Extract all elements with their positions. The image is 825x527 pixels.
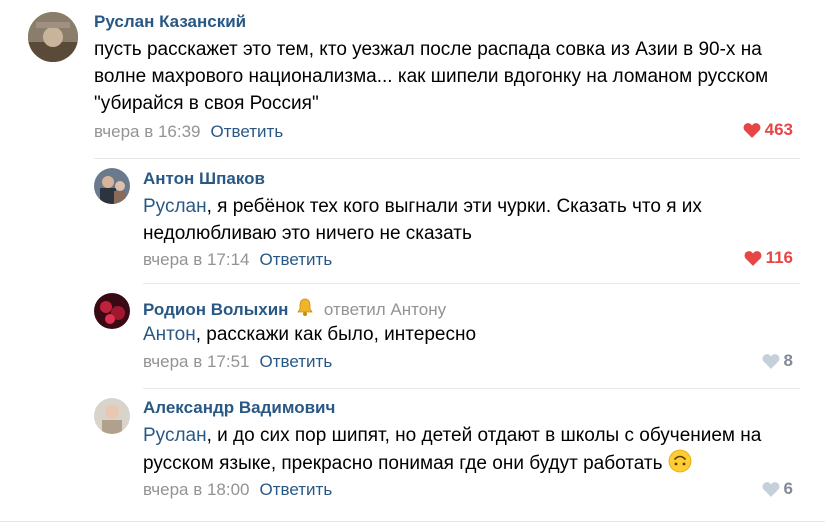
comment-1: Руслан Казанский пусть расскажет это тем… xyxy=(0,0,825,150)
avatar-alexandr[interactable] xyxy=(94,398,130,434)
reply-button[interactable]: Ответить xyxy=(260,352,333,371)
author-name: Родион Волыхин ответил Антону xyxy=(143,297,446,322)
divider xyxy=(143,388,800,389)
mention-link[interactable]: Антон xyxy=(143,324,196,345)
comment-date[interactable]: вчера в 16:39 xyxy=(94,122,201,141)
comment-body: пусть расскажет это тем, кто уезжал посл… xyxy=(94,39,769,114)
like-button[interactable]: 116 xyxy=(744,248,793,268)
comment-body: , расскажи как было, интересно xyxy=(195,324,477,345)
author-name[interactable]: Антон Шпаков xyxy=(143,169,265,189)
comment-body: , я ребёнок тех кого выгнали эти чурки. … xyxy=(143,196,702,244)
avatar-ruslan[interactable] xyxy=(28,12,78,62)
reply-button[interactable]: Ответить xyxy=(211,122,284,141)
comment-text: Руслан, и до сих пор шипят, но детей отд… xyxy=(143,422,798,481)
comment-meta: вчера в 17:51 Ответить xyxy=(143,352,332,372)
comment-text: Руслан, я ребёнок тех кого выгнали эти ч… xyxy=(143,193,798,247)
reply-to-link[interactable]: ответил Антону xyxy=(324,300,446,319)
like-button[interactable]: 463 xyxy=(743,120,793,140)
author-name[interactable]: Руслан Казанский xyxy=(94,12,246,32)
mention-link[interactable]: Руслан xyxy=(143,196,207,217)
divider xyxy=(0,521,825,522)
heart-icon xyxy=(743,123,761,138)
avatar-rodion[interactable] xyxy=(94,293,130,329)
divider xyxy=(143,283,800,284)
like-button[interactable]: 6 xyxy=(762,479,793,499)
avatar-anton[interactable] xyxy=(94,168,130,204)
comment-4: Александр Вадимович Руслан, и до сих пор… xyxy=(0,390,825,520)
comment-date[interactable]: вчера в 17:14 xyxy=(143,250,250,269)
author-link[interactable]: Родион Волыхин xyxy=(143,300,288,319)
like-count: 6 xyxy=(783,479,793,498)
comment-text: Антон, расскажи как было, интересно xyxy=(143,321,798,348)
heart-icon xyxy=(762,482,779,497)
comment-text: пусть расскажет это тем, кто уезжал посл… xyxy=(94,36,799,117)
comment-meta: вчера в 17:14 Ответить xyxy=(143,250,332,270)
divider xyxy=(94,158,800,159)
reply-button[interactable]: Ответить xyxy=(260,250,333,269)
comment-date[interactable]: вчера в 18:00 xyxy=(143,480,250,499)
heart-icon xyxy=(762,354,779,369)
bell-icon xyxy=(295,297,315,322)
author-name[interactable]: Александр Вадимович xyxy=(143,398,335,418)
comment-2: Антон Шпаков Руслан, я ребёнок тех кого … xyxy=(0,160,825,285)
like-count: 116 xyxy=(765,248,793,267)
reply-button[interactable]: Ответить xyxy=(260,480,333,499)
like-count: 8 xyxy=(783,351,793,370)
comment-meta: вчера в 18:00 Ответить xyxy=(143,480,332,500)
heart-icon xyxy=(744,251,761,266)
comment-date[interactable]: вчера в 17:51 xyxy=(143,352,250,371)
mention-link[interactable]: Руслан xyxy=(143,425,207,446)
like-button[interactable]: 8 xyxy=(762,351,793,371)
like-count: 463 xyxy=(764,120,793,139)
upside-down-face-icon xyxy=(668,449,692,481)
comment-3: Родион Волыхин ответил Антону Антон, рас… xyxy=(0,285,825,390)
comment-meta: вчера в 16:39 Ответить xyxy=(94,122,283,142)
